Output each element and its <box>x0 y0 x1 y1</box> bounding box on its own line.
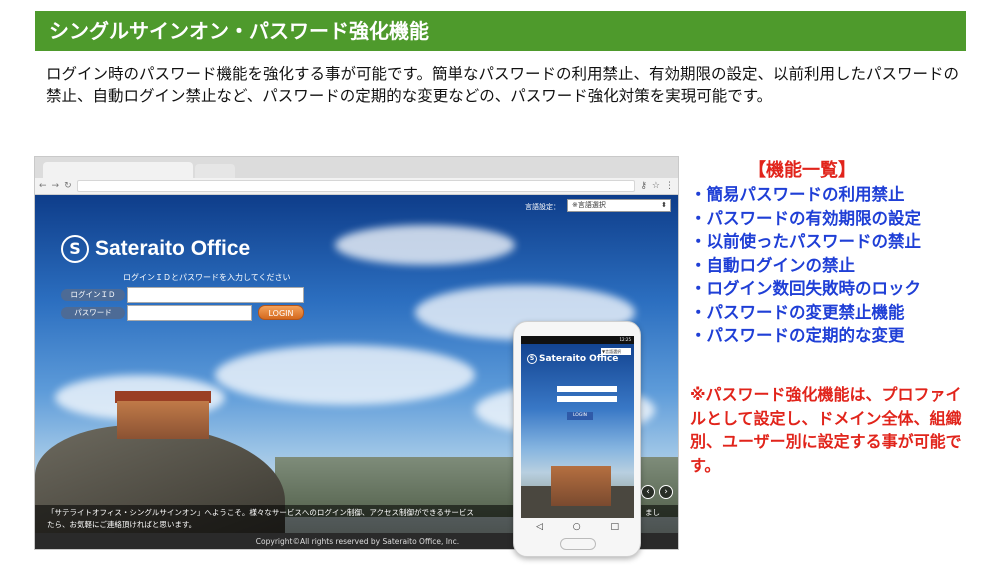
login-id-label: ログインＩＤ <box>61 289 125 301</box>
phone-status-bar: 12:25 <box>521 336 634 344</box>
language-label: 言語設定： <box>525 203 560 211</box>
home-circle-icon[interactable]: ○ <box>573 522 581 532</box>
browser-tabstrip <box>35 157 678 178</box>
browser-toolbar: ← → ↻ ⚷ ☆ ⋮ <box>35 178 678 195</box>
cloud <box>215 345 475 405</box>
logo-emblem-icon: S <box>61 235 89 263</box>
recents-square-icon[interactable]: □ <box>611 522 620 532</box>
phone-login-id-input[interactable] <box>557 386 617 392</box>
feature-item: ・パスワードの変更禁止機能 <box>690 302 905 322</box>
feature-item: ・ログイン数回失敗時のロック <box>690 279 921 298</box>
chevron-down-icon: ⬍ <box>661 201 667 209</box>
star-icon[interactable]: ☆ <box>652 181 660 191</box>
cloud <box>335 225 515 265</box>
browser-tab[interactable] <box>43 162 193 178</box>
phone-nav-bar: ◁ ○ □ <box>521 520 634 534</box>
features-heading: 【機能一覧】 <box>748 160 856 181</box>
menu-icon[interactable]: ⋮ <box>665 181 674 191</box>
feature-item: ・パスワードの定期的な変更 <box>690 326 905 345</box>
smartphone-mockup: 12:25 ▼言語選択 S Sateraito Office LOGIN ◁ ○… <box>513 321 641 557</box>
sateraito-logo: S Sateraito Office <box>61 235 250 263</box>
carousel-next-button[interactable]: › <box>659 485 673 499</box>
login-id-input[interactable] <box>127 287 304 303</box>
back-triangle-icon[interactable]: ◁ <box>536 522 543 532</box>
feature-item: ・自動ログインの禁止 <box>690 255 855 275</box>
phone-home-button[interactable] <box>560 538 596 550</box>
back-icon[interactable]: ← <box>39 181 47 191</box>
feature-note: ※パスワード強化機能は、プロファイルとして設定し、ドメイン全体、組織別、ユーザー… <box>690 385 962 475</box>
monastery-building <box>117 401 209 439</box>
phone-login-button[interactable]: LOGIN <box>567 412 593 420</box>
logo-emblem-icon: S <box>527 354 537 364</box>
intro-text: ログイン時のパスワード機能を強化する事が可能です。簡単なパスワードの利用禁止、有… <box>46 65 959 105</box>
language-select[interactable]: ※言語選択 ⬍ <box>567 199 671 212</box>
page-title: シングルサインオン・パスワード強化機能 <box>35 11 966 51</box>
feature-item: ・簡易パスワードの利用禁止 <box>690 185 905 204</box>
password-label: パスワード <box>61 307 125 319</box>
forward-icon[interactable]: → <box>52 181 60 191</box>
phone-monastery <box>551 466 611 506</box>
address-bar[interactable] <box>76 180 636 192</box>
phone-password-input[interactable] <box>557 396 617 402</box>
feature-item: ・以前使ったパスワードの禁止 <box>690 232 921 251</box>
browser-new-tab[interactable] <box>195 164 235 178</box>
key-icon[interactable]: ⚷ <box>640 181 647 191</box>
feature-item: ・パスワードの有効期限の設定 <box>690 208 921 228</box>
login-button[interactable]: LOGIN <box>258 305 304 320</box>
reload-icon[interactable]: ↻ <box>64 181 72 191</box>
password-input[interactable] <box>127 305 252 321</box>
features-list: ・簡易パスワードの利用禁止 ・パスワードの有効期限の設定 ・以前使ったパスワード… <box>690 183 921 348</box>
carousel-prev-button[interactable]: ‹ <box>641 485 655 499</box>
login-hint: ログインＩＤとパスワードを入力してください <box>123 273 291 282</box>
phone-screen: 12:25 ▼言語選択 S Sateraito Office LOGIN <box>521 336 634 518</box>
phone-logo: S Sateraito Office <box>527 354 618 364</box>
